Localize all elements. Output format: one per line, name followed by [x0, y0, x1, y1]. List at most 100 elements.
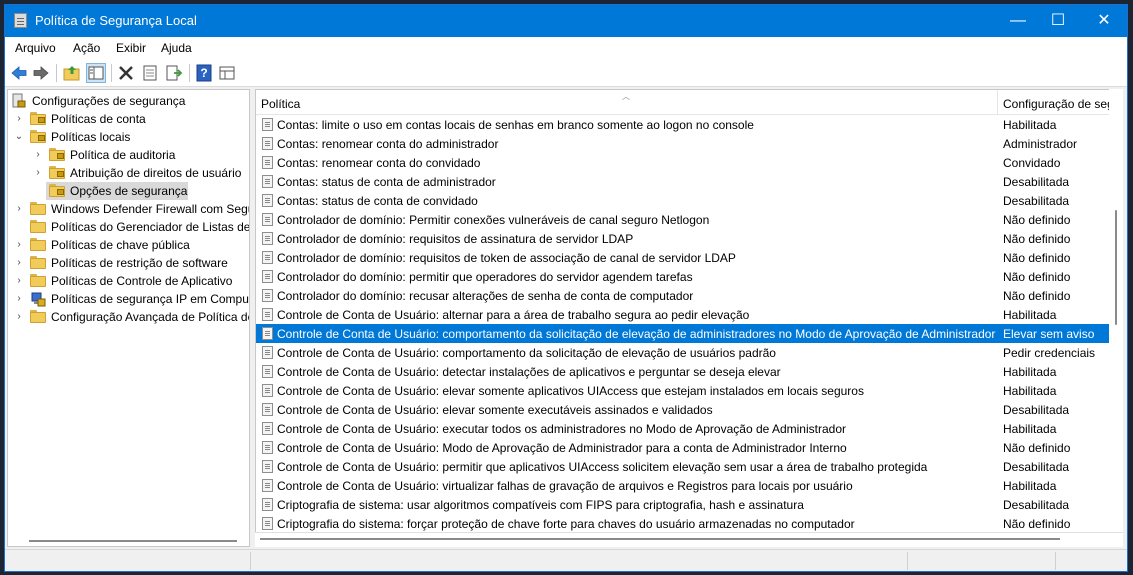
policy-setting: Não definido — [1003, 251, 1071, 265]
table-row[interactable]: Controle de Conta de Usuário: alternar p… — [256, 305, 1109, 324]
policy-icon — [262, 308, 273, 321]
chevron-right-icon[interactable]: › — [14, 275, 24, 287]
tree-item-chave-publica[interactable]: › Políticas de chave pública — [8, 236, 249, 254]
title-bar[interactable]: Política de Segurança Local — ☐ ✕ — [5, 5, 1127, 37]
table-row[interactable]: Controle de Conta de Usuário: comportame… — [256, 324, 1109, 343]
tree-item-restricao-software[interactable]: › Políticas de restrição de software — [8, 254, 249, 272]
close-button[interactable]: ✕ — [1081, 5, 1127, 37]
tree-item-politicas-locais[interactable]: ⌄ Políticas locais — [8, 128, 249, 146]
column-header-setting[interactable]: Configuração de segurança — [1003, 97, 1109, 111]
table-row[interactable]: Controlador do domínio: recusar alteraçõ… — [256, 286, 1109, 305]
forward-arrow-icon[interactable] — [32, 64, 50, 82]
menu-ajuda[interactable]: Ajuda — [161, 41, 192, 55]
table-row[interactable]: Criptografia de sistema: usar algoritmos… — [256, 495, 1109, 514]
policy-icon — [262, 137, 273, 150]
status-bar — [5, 549, 1127, 571]
up-folder-icon[interactable] — [63, 64, 81, 82]
chevron-right-icon[interactable]: › — [33, 149, 43, 161]
tree-item-gerenciador-listas-rede[interactable]: Políticas do Gerenciador de Listas de Re… — [8, 218, 249, 236]
status-separator — [907, 552, 908, 570]
chevron-right-icon[interactable]: › — [14, 239, 24, 251]
column-separator[interactable] — [997, 90, 998, 114]
chevron-right-icon[interactable]: › — [14, 311, 24, 323]
table-row[interactable]: Contas: limite o uso em contas locais de… — [256, 115, 1109, 134]
table-row[interactable]: Controle de Conta de Usuário: executar t… — [256, 419, 1109, 438]
maximize-icon: ☐ — [1050, 12, 1066, 29]
toolbar: ? — [5, 59, 1127, 87]
policy-icon — [262, 384, 273, 397]
tree-item-windows-defender-firewall[interactable]: › Windows Defender Firewall com Seguranç… — [8, 200, 249, 218]
table-row[interactable]: Criptografia do sistema: forçar proteção… — [256, 514, 1109, 532]
policy-name: Contas: limite o uso em contas locais de… — [277, 118, 754, 132]
table-row[interactable]: Controle de Conta de Usuário: virtualiza… — [256, 476, 1109, 495]
details-icon[interactable] — [218, 64, 236, 82]
ip-security-icon — [31, 292, 46, 307]
policy-name: Criptografia do sistema: forçar proteção… — [277, 517, 855, 531]
policy-setting: Habilitada — [1003, 365, 1057, 379]
tree-item-atribuicao-de-direitos[interactable]: › Atribuição de direitos de usuário — [8, 164, 249, 182]
chevron-down-icon[interactable]: ⌄ — [14, 131, 24, 143]
vertical-scroll-thumb[interactable] — [1115, 210, 1117, 325]
chevron-right-icon[interactable]: › — [14, 113, 24, 125]
help-icon[interactable]: ? — [195, 64, 213, 82]
table-row[interactable]: Controlador de domínio: requisitos de to… — [256, 248, 1109, 267]
policy-setting: Desabilitada — [1003, 498, 1070, 512]
policy-setting: Pedir credenciais — [1003, 346, 1096, 360]
tree-pane[interactable]: Configurações de segurança › Políticas d… — [7, 89, 250, 547]
policy-icon — [262, 232, 273, 245]
table-row[interactable]: Controle de Conta de Usuário: permitir q… — [256, 457, 1109, 476]
table-row[interactable]: Controle de Conta de Usuário: comportame… — [256, 343, 1109, 362]
horizontal-scroll-thumb[interactable] — [260, 538, 1060, 540]
policy-setting: Não definido — [1003, 270, 1071, 284]
policy-icon — [262, 213, 273, 226]
table-row[interactable]: Contas: status de conta de convidado Desa… — [256, 191, 1109, 210]
chevron-right-icon[interactable]: › — [14, 203, 24, 215]
folder-open-icon — [49, 184, 65, 197]
table-row[interactable]: Controle de Conta de Usuário: elevar som… — [256, 381, 1109, 400]
show-tree-icon[interactable] — [86, 63, 106, 83]
tree-item-label: Windows Defender Firewall com Segurança … — [51, 202, 249, 216]
tree-item-opcoes-de-seguranca[interactable]: Opções de segurança — [8, 182, 249, 200]
tree-root[interactable]: Configurações de segurança — [8, 92, 249, 110]
table-row[interactable]: Controle de Conta de Usuário: Modo de Ap… — [256, 438, 1109, 457]
tree-item-controle-aplicativo[interactable]: › Políticas de Controle de Aplicativo — [8, 272, 249, 290]
policy-icon — [262, 498, 273, 511]
delete-icon[interactable] — [117, 64, 135, 82]
table-row[interactable]: Contas: renomear conta do administrador A… — [256, 134, 1109, 153]
policy-name: Contas: renomear conta do convidado — [277, 156, 481, 170]
table-row[interactable]: Contas: renomear conta do convidado Convi… — [256, 153, 1109, 172]
export-list-icon[interactable] — [165, 64, 183, 82]
chevron-right-icon[interactable]: › — [14, 257, 24, 269]
menu-arquivo[interactable]: Arquivo — [15, 41, 56, 55]
tree-horizontal-scrollbar[interactable] — [29, 540, 237, 542]
table-row[interactable]: Controlador de domínio: requisitos de as… — [256, 229, 1109, 248]
folder-icon — [49, 148, 65, 161]
column-header-policy[interactable]: Política — [261, 97, 300, 111]
policy-name: Controle de Conta de Usuário: elevar som… — [277, 403, 713, 417]
tree-item-politicas-de-conta[interactable]: › Políticas de conta — [8, 110, 249, 128]
policy-list[interactable]: ︿ Política Configuração de segurança Con… — [255, 89, 1109, 532]
folder-icon — [30, 310, 46, 323]
table-row[interactable]: Controle de Conta de Usuário: elevar som… — [256, 400, 1109, 419]
tree-item-label: Opções de segurança — [70, 184, 188, 198]
properties-icon[interactable] — [141, 64, 159, 82]
table-row[interactable]: Controlador do domínio: permitir que ope… — [256, 267, 1109, 286]
back-arrow-icon[interactable] — [10, 64, 28, 82]
policy-name: Controlador de domínio: requisitos de to… — [277, 251, 736, 265]
table-row[interactable]: Contas: status de conta de administrador… — [256, 172, 1109, 191]
tree-item-label: Políticas de chave pública — [51, 238, 190, 252]
policy-setting: Administrador — [1003, 137, 1078, 151]
menu-acao[interactable]: Ação — [73, 41, 100, 55]
tree-item-configuracao-avancada[interactable]: › Configuração Avançada de Política de A… — [8, 308, 249, 326]
menu-exibir[interactable]: Exibir — [116, 41, 146, 55]
tree-item-seguranca-ip[interactable]: › Políticas de segurança IP em Computado… — [8, 290, 249, 308]
table-row[interactable]: Controlador de domínio: Permitir conexõe… — [256, 210, 1109, 229]
chevron-right-icon[interactable]: › — [33, 167, 43, 179]
tree-item-politica-de-auditoria[interactable]: › Política de auditoria — [8, 146, 249, 164]
table-row[interactable]: Controle de Conta de Usuário: detectar i… — [256, 362, 1109, 381]
chevron-right-icon[interactable]: › — [14, 293, 24, 305]
policy-setting: Habilitada — [1003, 422, 1057, 436]
policy-icon — [262, 175, 273, 188]
maximize-button[interactable]: ☐ — [1035, 5, 1081, 37]
policy-setting: Não definido — [1003, 441, 1071, 455]
